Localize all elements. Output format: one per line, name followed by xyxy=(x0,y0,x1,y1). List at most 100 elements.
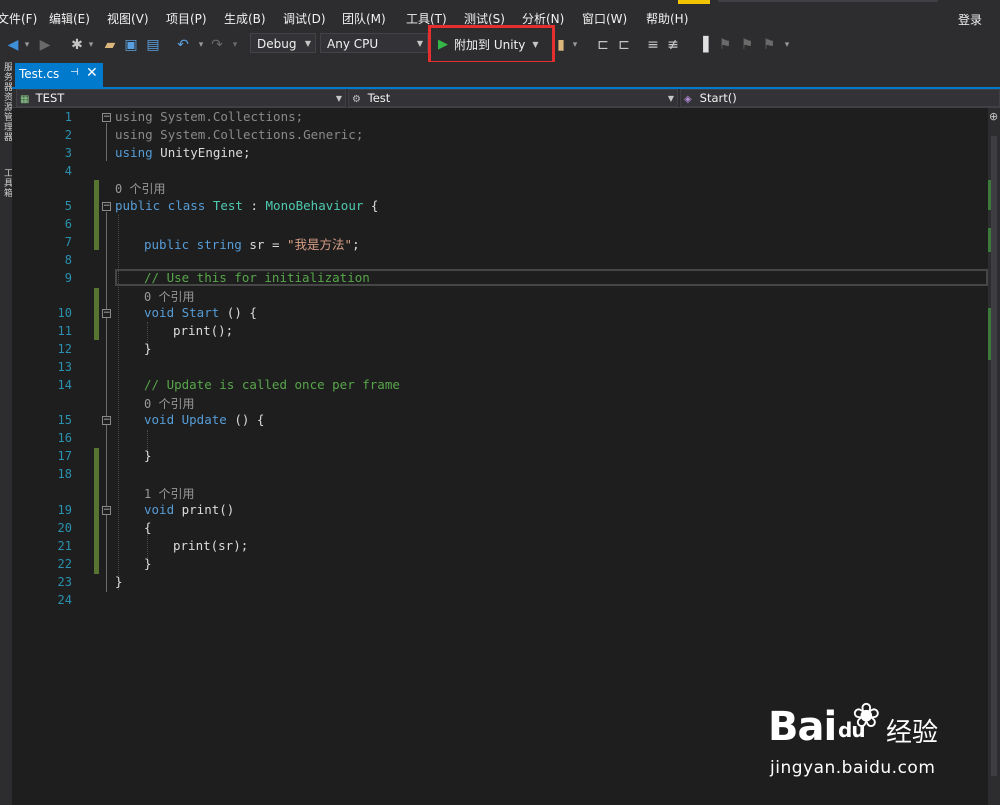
chevron-down-icon: ▼ xyxy=(416,39,423,48)
code-line[interactable]: } xyxy=(144,341,152,356)
browser-link-icon[interactable]: ▮ xyxy=(556,36,566,54)
menu-window[interactable]: 窗口(W) xyxy=(582,10,627,27)
save-icon[interactable]: ▣ xyxy=(124,36,138,54)
codelens-references[interactable]: 0 个引用 xyxy=(115,180,165,197)
editor-scrollbar[interactable]: ⊕ xyxy=(988,108,1000,805)
menu-view[interactable]: 视图(V) xyxy=(107,10,149,27)
collapse-icon[interactable]: − xyxy=(102,202,111,211)
code-line[interactable]: { xyxy=(144,520,152,535)
highlight-annotation xyxy=(428,25,555,64)
document-tab-well: Test.cs ⊣ ✕ xyxy=(12,62,1000,89)
code-line[interactable]: void Update () { xyxy=(144,412,264,427)
solution-config-select[interactable]: Debug ▼ xyxy=(250,33,316,53)
line-number: 23 xyxy=(57,575,72,589)
code-line[interactable]: print(sr); xyxy=(173,538,248,553)
sign-in-link[interactable]: 登录 xyxy=(958,11,982,28)
bookmark-icon[interactable]: ▐ xyxy=(696,36,710,54)
code-line[interactable]: using System.Collections; xyxy=(115,109,303,124)
solution-platform-select[interactable]: Any CPU ▼ xyxy=(320,33,428,53)
toolbar-options-icon[interactable]: ▾ xyxy=(782,36,792,54)
change-marker xyxy=(988,180,991,210)
back-icon[interactable]: ◀ xyxy=(6,36,20,54)
line-number: 20 xyxy=(57,521,72,535)
code-line[interactable]: // Update is called once per frame xyxy=(144,377,400,392)
codelens-references[interactable]: 0 个引用 xyxy=(144,395,194,412)
line-number: 4 xyxy=(64,164,72,178)
code-line[interactable]: } xyxy=(115,574,123,589)
tab-test-cs[interactable]: Test.cs ⊣ ✕ xyxy=(15,63,103,87)
code-line[interactable]: public class Test : MonoBehaviour { xyxy=(115,198,378,213)
quick-launch-box[interactable] xyxy=(718,0,938,2)
menu-team[interactable]: 团队(M) xyxy=(342,10,386,27)
code-line[interactable]: public string sr = "我是方法"; xyxy=(144,234,360,253)
step-over-icon[interactable]: ⊏ xyxy=(616,36,632,54)
line-number: 14 xyxy=(57,378,72,392)
member-name: Start() xyxy=(699,91,737,105)
scrollbar-track[interactable] xyxy=(991,136,997,776)
open-file-icon[interactable]: ▰ xyxy=(102,36,118,54)
menu-debug[interactable]: 调试(D) xyxy=(283,10,326,27)
uncomment-icon[interactable]: ≢ xyxy=(666,36,680,54)
project-dropdown[interactable]: ▦ TEST ▼ xyxy=(16,89,346,107)
menu-edit[interactable]: 编辑(E) xyxy=(49,10,90,27)
class-icon: ⚙ xyxy=(352,94,361,105)
line-number: 21 xyxy=(57,539,72,553)
back-dropdown-icon[interactable]: ▾ xyxy=(22,36,32,54)
chevron-down-icon: ▼ xyxy=(304,39,311,48)
chevron-down-icon: ▼ xyxy=(335,94,342,103)
line-number: 9 xyxy=(64,271,72,285)
watermark-logo-du: du xyxy=(838,718,866,742)
change-marker xyxy=(988,228,991,252)
code-line[interactable]: void print() xyxy=(144,502,234,517)
clear-bookmarks-icon[interactable]: ⚑ xyxy=(762,36,776,54)
collapse-icon[interactable]: − xyxy=(102,113,111,122)
code-line[interactable]: } xyxy=(144,448,152,463)
class-name: Test xyxy=(367,91,391,105)
step-into-icon[interactable]: ⊏ xyxy=(596,36,610,54)
menu-file[interactable]: 文件(F) xyxy=(0,10,37,27)
member-dropdown[interactable]: ◈ Start() xyxy=(680,89,1000,107)
left-toolwindow-strip: 服务器资源管理器 工具箱 xyxy=(0,58,12,805)
undo-icon[interactable]: ↶ xyxy=(176,36,190,54)
project-name: TEST xyxy=(35,91,65,105)
split-editor-icon[interactable]: ⊕ xyxy=(989,110,998,123)
next-bookmark-icon[interactable]: ⚑ xyxy=(740,36,754,54)
line-number: 10 xyxy=(57,306,72,320)
undo-dropdown-icon[interactable]: ▾ xyxy=(196,36,206,54)
code-line[interactable]: } xyxy=(144,556,152,571)
code-line[interactable]: print(); xyxy=(173,323,233,338)
collapse-icon[interactable]: − xyxy=(102,309,111,318)
save-all-icon[interactable]: ▤ xyxy=(145,36,161,54)
class-dropdown[interactable]: ⚙ Test ▼ xyxy=(348,89,678,107)
redo-dropdown-icon[interactable]: ▾ xyxy=(230,36,240,54)
menu-project[interactable]: 项目(P) xyxy=(166,10,207,27)
line-number: 22 xyxy=(57,557,72,571)
watermark-text: 经验 xyxy=(886,718,939,748)
line-number: 16 xyxy=(57,431,72,445)
code-line[interactable]: using UnityEngine; xyxy=(115,145,250,160)
collapse-icon[interactable]: − xyxy=(102,506,111,515)
close-icon[interactable]: ✕ xyxy=(86,65,98,81)
new-dropdown-icon[interactable]: ▾ xyxy=(86,36,96,54)
redo-icon[interactable]: ↷ xyxy=(210,36,224,54)
code-line[interactable]: using System.Collections.Generic; xyxy=(115,127,363,142)
collapse-icon[interactable]: − xyxy=(102,416,111,425)
codelens-references[interactable]: 1 个引用 xyxy=(144,485,194,502)
new-project-icon[interactable]: ✱ xyxy=(70,36,84,54)
navigation-bar: ▦ TEST ▼ ⚙ Test ▼ ◈ Start() xyxy=(12,89,1000,108)
line-number: 19 xyxy=(57,503,72,517)
codelens-references[interactable]: 0 个引用 xyxy=(144,288,194,305)
feedback-badge[interactable] xyxy=(678,0,710,4)
prev-bookmark-icon[interactable]: ⚑ xyxy=(718,36,732,54)
code-line[interactable]: void Start () { xyxy=(144,305,257,320)
code-line[interactable]: // Use this for initialization xyxy=(144,270,370,285)
menu-build[interactable]: 生成(B) xyxy=(224,10,266,27)
comment-icon[interactable]: ≡ xyxy=(646,36,660,54)
toolbar-overflow-icon[interactable]: ▾ xyxy=(570,36,580,54)
forward-icon[interactable]: ▶ xyxy=(38,36,52,54)
line-number: 3 xyxy=(64,146,72,160)
line-number: 7 xyxy=(64,235,72,249)
pin-icon[interactable]: ⊣ xyxy=(70,67,79,78)
menu-help[interactable]: 帮助(H) xyxy=(646,10,688,27)
tab-label: Test.cs xyxy=(19,67,60,81)
